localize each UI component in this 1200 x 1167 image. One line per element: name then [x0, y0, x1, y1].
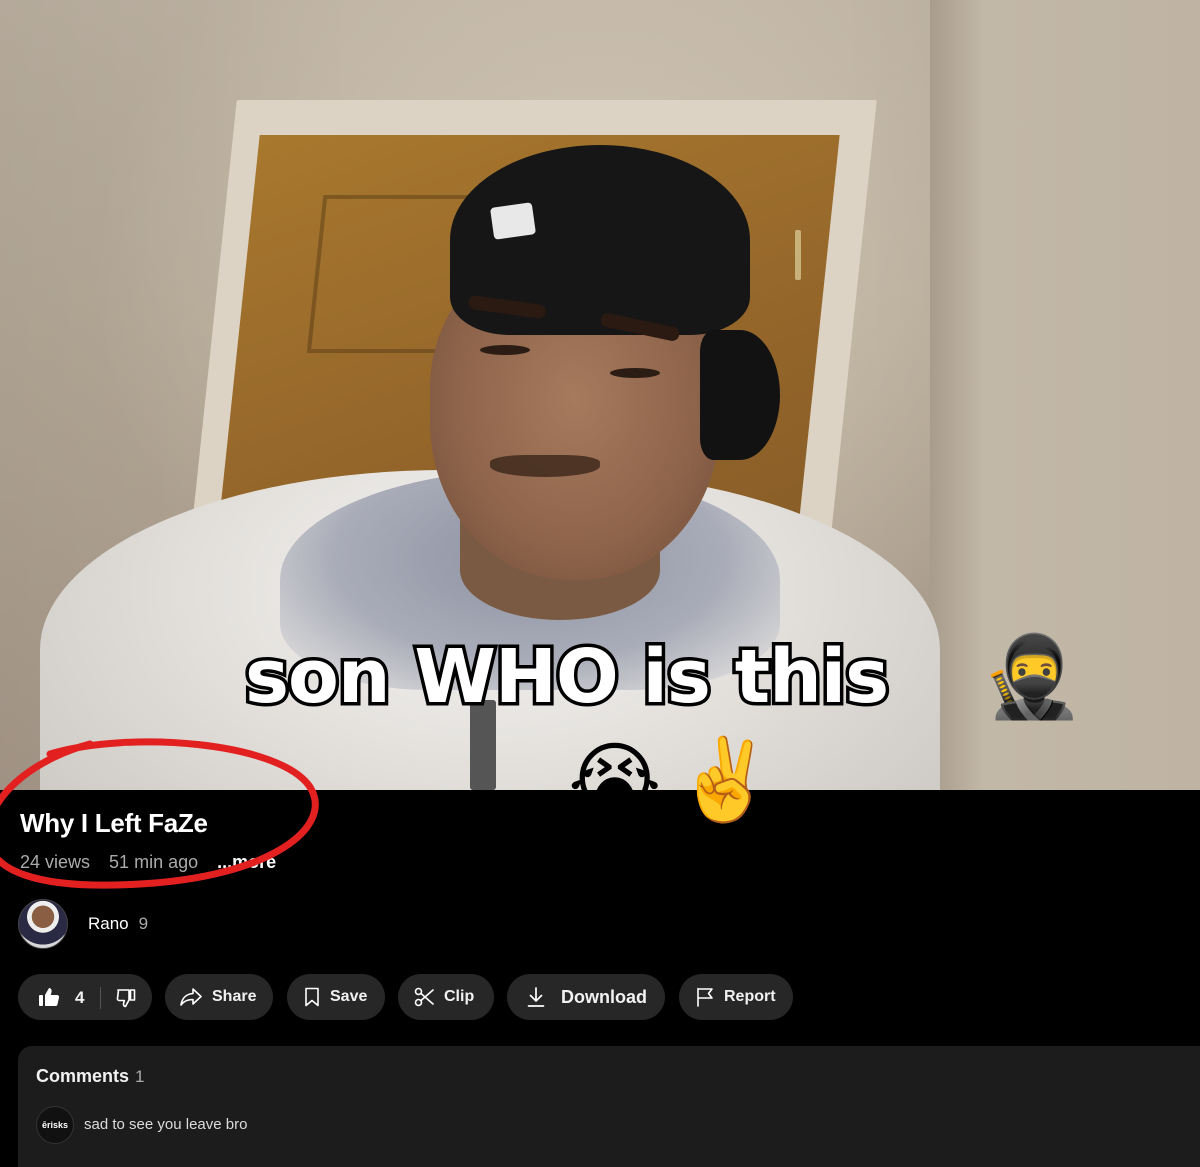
pill-divider: [100, 987, 101, 1009]
comments-panel[interactable]: Comments 1 ērisks sad to see you leave br…: [18, 1046, 1200, 1167]
crying-face-emoji: 😭: [568, 735, 662, 824]
flag-icon: [697, 987, 713, 1007]
thumbs-down-icon: [116, 989, 136, 1008]
like-dislike-pill: 4: [18, 974, 152, 1020]
cap-brim: [700, 330, 780, 460]
app-root: son WHO is this 🥷 😭 ✌️ Why I Left FaZe 2…: [0, 0, 1200, 1167]
red-annotation-circle: [0, 738, 319, 889]
download-icon: [527, 987, 545, 1007]
share-arrow-icon: [180, 988, 202, 1006]
like-button[interactable]: [38, 987, 60, 1012]
thumbs-up-icon: [39, 988, 60, 1006]
subscriber-count: 9: [138, 914, 149, 933]
clip-label: Clip: [444, 988, 475, 1005]
dislike-button[interactable]: [116, 988, 136, 1013]
channel-row[interactable]: Rano 9: [18, 899, 148, 949]
video-player[interactable]: son WHO is this 🥷: [0, 0, 1200, 790]
clip-button[interactable]: Clip: [398, 974, 494, 1020]
save-button[interactable]: Save: [287, 974, 385, 1020]
comment-text: sad to see you leave bro: [84, 1116, 248, 1133]
ninja-emoji: 🥷: [982, 632, 1082, 721]
download-label: Download: [561, 986, 647, 1007]
cap-logo: [489, 202, 537, 240]
comments-count: 1: [135, 1067, 145, 1086]
share-label: Share: [212, 988, 257, 1005]
channel-avatar[interactable]: [18, 899, 68, 949]
commenter-avatar[interactable]: ērisks: [36, 1106, 74, 1144]
scissors-icon: [414, 987, 434, 1007]
download-button[interactable]: Download: [507, 974, 665, 1020]
bookmark-icon: [305, 987, 319, 1007]
share-button[interactable]: Share: [165, 974, 273, 1020]
like-count: 4: [75, 988, 85, 1007]
report-label: Report: [724, 988, 776, 1005]
channel-name[interactable]: Rano: [88, 914, 129, 934]
comments-header: Comments 1: [36, 1066, 144, 1087]
report-button[interactable]: Report: [679, 974, 793, 1020]
eye: [480, 345, 530, 355]
mustache: [490, 455, 600, 477]
caption-text: son WHO is this: [241, 631, 892, 724]
comments-label: Comments: [36, 1066, 130, 1086]
save-label: Save: [330, 988, 368, 1005]
eye: [610, 368, 660, 378]
victory-hand-emoji: ✌️: [675, 735, 775, 824]
